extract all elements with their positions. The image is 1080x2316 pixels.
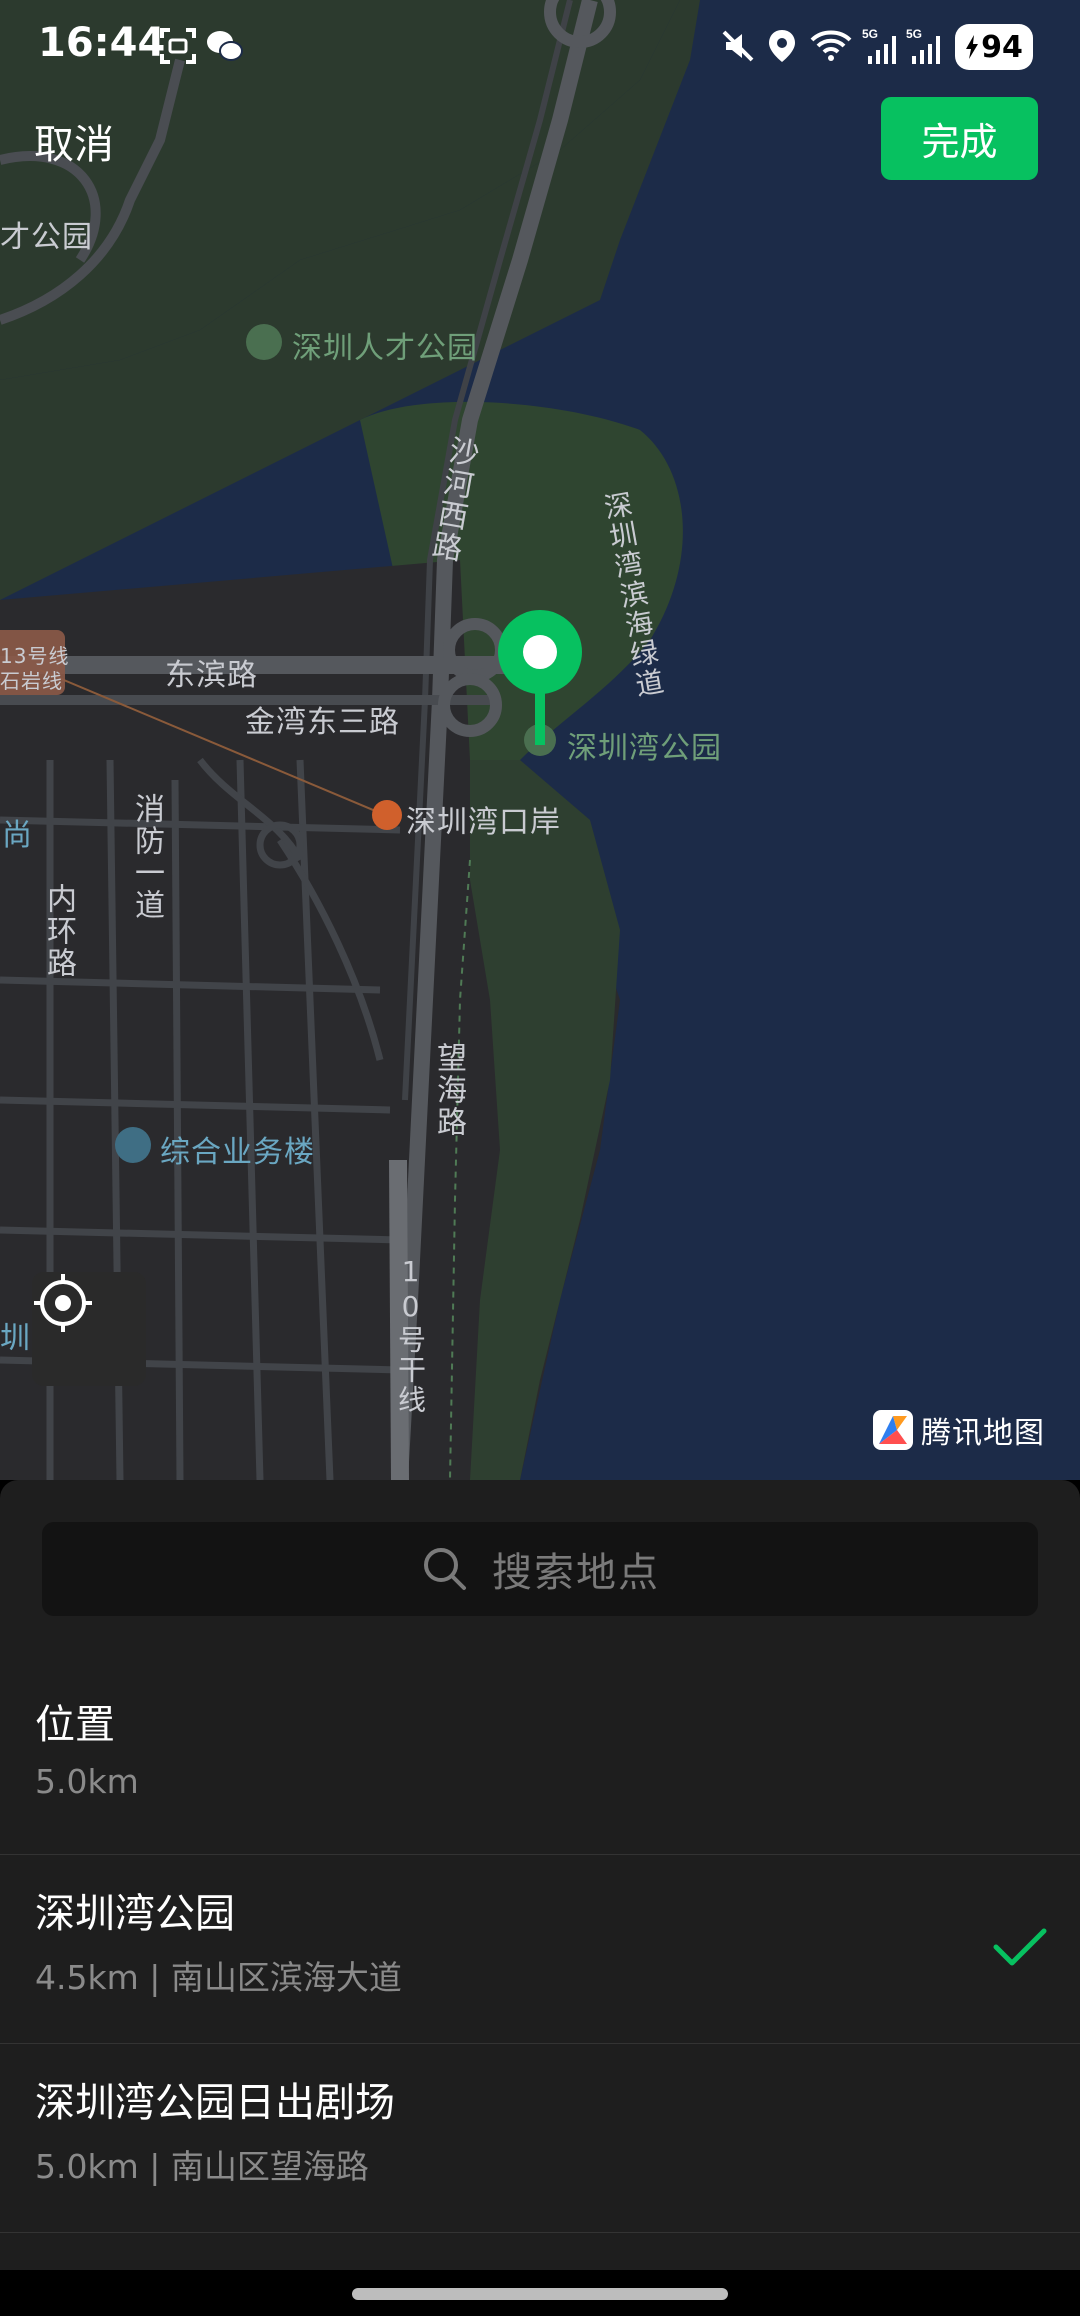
wifi-icon	[810, 30, 852, 61]
result-subtitle: 5.0km	[35, 1762, 139, 1801]
search-icon	[424, 1548, 466, 1590]
search-placeholder: 搜索地点	[492, 1550, 660, 1596]
signal-5g-icon: 5G	[906, 27, 940, 64]
result-subtitle: 4.5km | 南山区滨海大道	[35, 1958, 402, 1997]
mute-icon	[722, 30, 754, 62]
signal-label-2: 5G	[906, 27, 922, 41]
result-title: 位置	[35, 1702, 115, 1748]
home-indicator[interactable]	[352, 2288, 728, 2300]
wechat-icon	[207, 31, 243, 61]
map-label-dongbin-road: 东滨路	[165, 658, 258, 693]
map-label-xiaofang-road: 消防一道	[129, 793, 164, 921]
map-view[interactable]: 才公园 深圳人才公园 沙河西路 深圳湾滨海绿道 东滨路 金湾东三路 深圳湾公园 …	[0, 0, 1080, 1480]
map-label-office-building[interactable]: 综合业务楼	[160, 1127, 315, 1171]
battery-level: 94	[981, 29, 1023, 65]
selected-check-icon	[993, 1928, 1047, 1966]
map-label-left-edge-2: 圳	[0, 1321, 31, 1356]
map-label-jinwan-road: 金湾东三路	[245, 705, 400, 740]
result-title: 深圳湾公园日出剧场	[35, 2080, 395, 2126]
map-label-metro-line-2: 石岩线	[0, 669, 63, 693]
result-title: 深圳湾公园	[35, 1891, 235, 1937]
crosshair-icon	[34, 1274, 92, 1332]
tencent-map-icon	[873, 1410, 913, 1450]
screenshot-icon	[160, 28, 196, 64]
map-label-left-edge-1: 尚	[2, 818, 33, 853]
map-label-talent-park[interactable]: 深圳人才公园	[292, 323, 478, 367]
battery-indicator: 94	[955, 24, 1033, 70]
signal-5g-icon: 5G	[862, 27, 896, 64]
status-bar: 16:44 5G 5G 94	[0, 0, 1080, 95]
locate-me-button[interactable]	[32, 1272, 146, 1386]
map-label-port[interactable]: 深圳湾口岸	[406, 797, 561, 841]
map-label-neihuan-road: 内环路	[41, 883, 76, 979]
map-canvas[interactable]	[0, 0, 1080, 1480]
signal-label-1: 5G	[862, 27, 878, 41]
status-time: 16:44	[38, 20, 166, 66]
map-label-park-cut: 才公园	[0, 220, 93, 255]
battery-charging-icon	[966, 35, 979, 59]
map-label-ganxian: 10号干线	[394, 1255, 427, 1415]
done-button[interactable]: 完成	[881, 97, 1038, 180]
map-provider-logo: 腾讯地图	[873, 1408, 1045, 1452]
search-bar[interactable]: 搜索地点	[42, 1522, 1038, 1616]
location-icon	[769, 30, 795, 62]
cancel-button[interactable]: 取消	[34, 112, 114, 170]
location-results-sheet: 搜索地点 位置 5.0km 深圳湾公园 4.5km | 南山区滨海大道 深圳湾公…	[0, 1480, 1080, 2270]
map-provider-name: 腾讯地图	[921, 1416, 1045, 1451]
result-item-sunrise-theater[interactable]: 深圳湾公园日出剧场 5.0km | 南山区望海路	[0, 2044, 1080, 2233]
result-item-current-location[interactable]: 位置 5.0km	[0, 1666, 1080, 1855]
result-subtitle: 5.0km | 南山区望海路	[35, 2147, 369, 2186]
map-label-wanghai-road: 望海路	[431, 1042, 466, 1138]
result-item-shenzhen-bay-park[interactable]: 深圳湾公园 4.5km | 南山区滨海大道	[0, 1855, 1080, 2044]
map-label-bay-park[interactable]: 深圳湾公园	[567, 723, 722, 767]
